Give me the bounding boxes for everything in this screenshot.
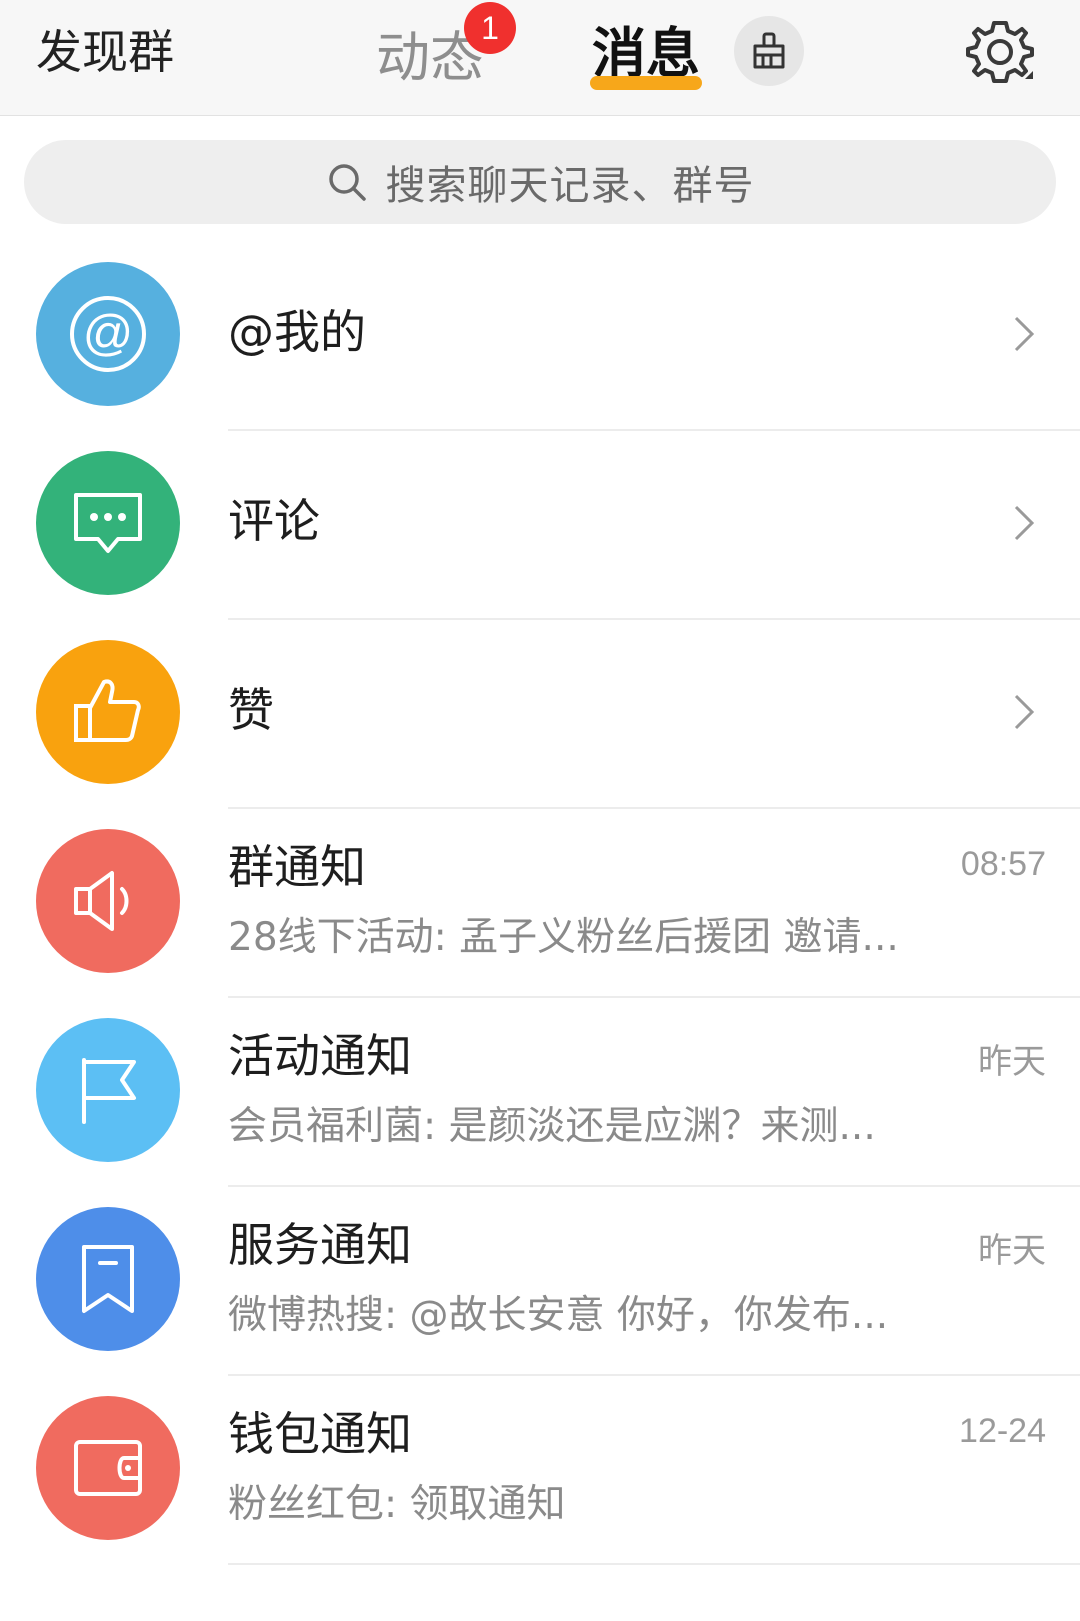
clear-unread-button[interactable] — [734, 16, 804, 86]
list-item-comments[interactable]: 评论 — [0, 425, 1080, 620]
search-icon — [328, 164, 366, 201]
discover-groups-button[interactable]: 发现群 — [36, 22, 174, 82]
list-item-mentions[interactable]: @ @我的 — [0, 236, 1080, 431]
avatar — [36, 451, 180, 595]
list-item-title: 赞 — [228, 683, 274, 737]
thumbs-up-icon — [74, 679, 141, 742]
list-item-title: 服务通知 — [228, 1218, 412, 1272]
divider — [228, 1563, 1080, 1565]
list-item-title: 评论 — [228, 494, 320, 548]
list-item-preview: 28线下活动: 孟子义粉丝后援团 邀请... — [228, 915, 899, 960]
avatar — [36, 1396, 180, 1540]
list-item-preview: 粉丝红包: 领取通知 — [228, 1482, 566, 1527]
list-item-title: 钱包通知 — [228, 1407, 412, 1461]
avatar: @ — [36, 262, 180, 406]
list-item-title: 群通知 — [228, 840, 366, 894]
list-item-time: 昨天 — [978, 1043, 1046, 1081]
avatar — [36, 829, 180, 973]
list-item-preview: 微博热搜: @故长安意 你好，你发布... — [228, 1293, 889, 1338]
list-item-service-notice[interactable]: 服务通知 微博热搜: @故长安意 你好，你发布... 昨天 — [0, 1181, 1080, 1376]
at-icon: @ — [70, 296, 146, 372]
settings-button[interactable] — [962, 14, 1038, 90]
search-bar[interactable]: 搜索聊天记录、群号 — [24, 140, 1056, 224]
comment-icon — [74, 493, 142, 553]
list-item-wallet-notice[interactable]: 钱包通知 粉丝红包: 领取通知 12-24 — [0, 1370, 1080, 1565]
wallet-icon — [74, 1440, 142, 1496]
chevron-right-icon — [1014, 694, 1035, 730]
list-item-title: @我的 — [228, 305, 366, 359]
chevron-right-icon — [1014, 316, 1035, 352]
megaphone-icon — [74, 871, 129, 931]
flag-icon — [82, 1058, 136, 1124]
list-item-title: 活动通知 — [228, 1029, 412, 1083]
chevron-right-icon — [1014, 505, 1035, 541]
list-item-time: 12-24 — [959, 1412, 1046, 1450]
avatar — [36, 640, 180, 784]
broom-icon — [753, 32, 785, 69]
list-item-activity-notice[interactable]: 活动通知 会员福利菌: 是颜淡还是应渊？来测... 昨天 — [0, 992, 1080, 1187]
list-item-group-notice[interactable]: 群通知 28线下活动: 孟子义粉丝后援团 邀请... 08:57 — [0, 803, 1080, 998]
avatar — [36, 1207, 180, 1351]
bookmark-icon — [82, 1245, 134, 1313]
list-item-time: 08:57 — [960, 845, 1046, 883]
active-tab-indicator — [590, 76, 702, 90]
search-placeholder: 搜索聊天记录、群号 — [385, 163, 755, 209]
gear-icon — [966, 21, 1034, 83]
top-bar: 发现群 动态 1 消息 — [0, 0, 1080, 116]
list-item-preview: 会员福利菌: 是颜淡还是应渊？来测... — [228, 1104, 876, 1149]
list-item-likes[interactable]: 赞 — [0, 614, 1080, 809]
avatar — [36, 1018, 180, 1162]
notification-badge: 1 — [464, 2, 516, 54]
list-item-time: 昨天 — [978, 1232, 1046, 1270]
svg-text:@: @ — [83, 305, 134, 361]
